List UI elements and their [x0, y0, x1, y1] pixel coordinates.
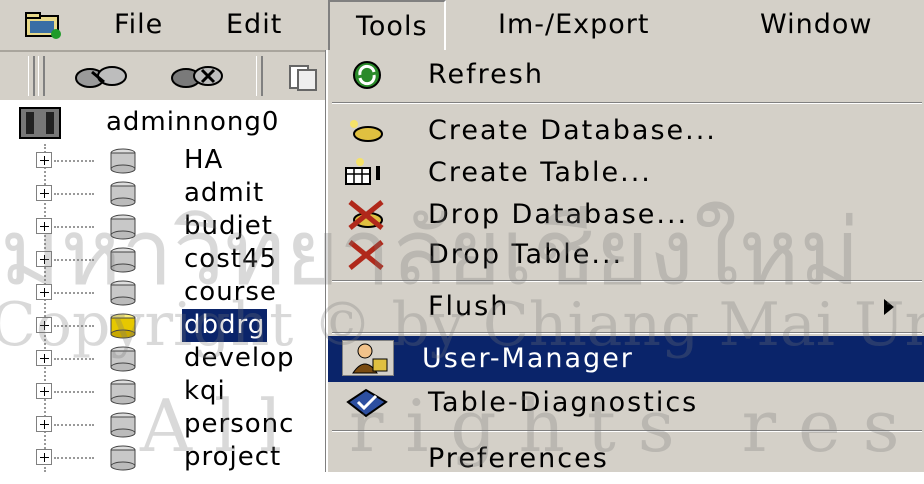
database-icon	[110, 280, 136, 306]
tree-item[interactable]: personc	[0, 408, 330, 441]
tree-item[interactable]: admit	[0, 177, 330, 210]
create-database-icon	[350, 120, 383, 142]
tree-item-label: project	[184, 442, 282, 472]
expand-icon[interactable]	[36, 383, 52, 399]
menu-edit[interactable]: Edit	[226, 0, 282, 50]
database-icon	[110, 214, 136, 240]
disconnect-icon[interactable]	[168, 62, 228, 92]
user-manager-icon	[342, 340, 394, 376]
tree-item[interactable]: kqi	[0, 375, 330, 408]
expand-icon[interactable]	[36, 218, 52, 234]
drop-table-icon	[348, 240, 384, 270]
menu-separator	[332, 102, 922, 104]
menubar: File Edit Tools Im-/Export Window	[0, 0, 924, 52]
menu-item-preferences[interactable]: Preferences	[328, 434, 924, 484]
toolbar	[0, 52, 330, 102]
server-icon	[19, 107, 61, 139]
drop-database-icon	[348, 200, 384, 230]
menu-im-export[interactable]: Im-/Export	[498, 0, 650, 50]
tree-item-label: cost45	[184, 244, 278, 274]
tree-item[interactable]: project	[0, 441, 330, 474]
tree-item-label: course	[184, 277, 277, 307]
tree-item-label: HA	[184, 145, 224, 175]
menu-item-user-manager[interactable]: User-Manager	[328, 336, 924, 382]
expand-icon[interactable]	[36, 317, 52, 333]
expand-icon[interactable]	[36, 449, 52, 465]
menu-window[interactable]: Window	[760, 0, 872, 50]
tree-item-label: dbdrg	[180, 308, 269, 343]
refresh-icon	[353, 61, 381, 89]
submenu-arrow-icon	[884, 299, 894, 315]
menu-file[interactable]: File	[114, 0, 163, 50]
expand-icon[interactable]	[36, 152, 52, 168]
database-tree: adminnong0 HA admit budjet cost45 course…	[0, 100, 330, 472]
tree-item-label: kqi	[184, 376, 226, 406]
table-diagnostics-icon	[346, 388, 388, 418]
database-icon	[110, 346, 136, 372]
menu-item-table-diagnostics[interactable]: Table-Diagnostics	[328, 378, 924, 428]
menu-item-drop-table[interactable]: Drop Table...	[328, 230, 924, 280]
menu-separator	[332, 430, 922, 432]
tree-item[interactable]: cost45	[0, 243, 330, 276]
database-open-icon	[110, 313, 136, 339]
expand-icon[interactable]	[36, 416, 52, 432]
toolbar-grip[interactable]	[28, 56, 35, 96]
tree-item-label: personc	[184, 409, 295, 439]
menu-item-flush[interactable]: Flush	[328, 282, 924, 332]
tree-item[interactable]: course	[0, 276, 330, 309]
database-icon	[110, 445, 136, 471]
expand-icon[interactable]	[36, 185, 52, 201]
database-icon	[110, 412, 136, 438]
menu-item-label: Refresh	[428, 59, 544, 90]
tree-item-label: admit	[184, 178, 265, 208]
toolbar-separator	[256, 56, 263, 96]
app-folder-icon[interactable]	[24, 10, 64, 40]
tree-item[interactable]: HA	[0, 144, 330, 177]
database-icon	[110, 181, 136, 207]
menu-item-label: Preferences	[428, 443, 609, 474]
tools-dropdown-menu: Refresh Create Database... Create Table.…	[326, 50, 924, 474]
toolbar-grip[interactable]	[38, 56, 45, 96]
menu-separator	[332, 332, 922, 334]
expand-icon[interactable]	[36, 284, 52, 300]
create-table-icon	[345, 158, 380, 185]
tree-item-label: budjet	[184, 211, 273, 241]
menu-item-label: Drop Table...	[428, 239, 624, 270]
menu-item-label: Flush	[428, 291, 510, 322]
menu-item-label: User-Manager	[422, 343, 634, 374]
database-icon	[110, 148, 136, 174]
tree-item[interactable]: budjet	[0, 210, 330, 243]
menu-item-label: Table-Diagnostics	[428, 387, 699, 418]
new-query-icon[interactable]	[286, 62, 326, 92]
menu-tools[interactable]: Tools	[328, 0, 446, 52]
tree-item-label: develop	[184, 343, 295, 373]
tree-item[interactable]: develop	[0, 342, 330, 375]
tree-root-label[interactable]: adminnong0	[106, 106, 279, 139]
expand-icon[interactable]	[36, 251, 52, 267]
database-icon	[110, 247, 136, 273]
expand-icon[interactable]	[36, 350, 52, 366]
tree-item-selected[interactable]: dbdrg	[0, 308, 330, 343]
connect-icon[interactable]	[72, 62, 132, 92]
menu-item-refresh[interactable]: Refresh	[328, 50, 924, 100]
database-icon	[110, 379, 136, 405]
